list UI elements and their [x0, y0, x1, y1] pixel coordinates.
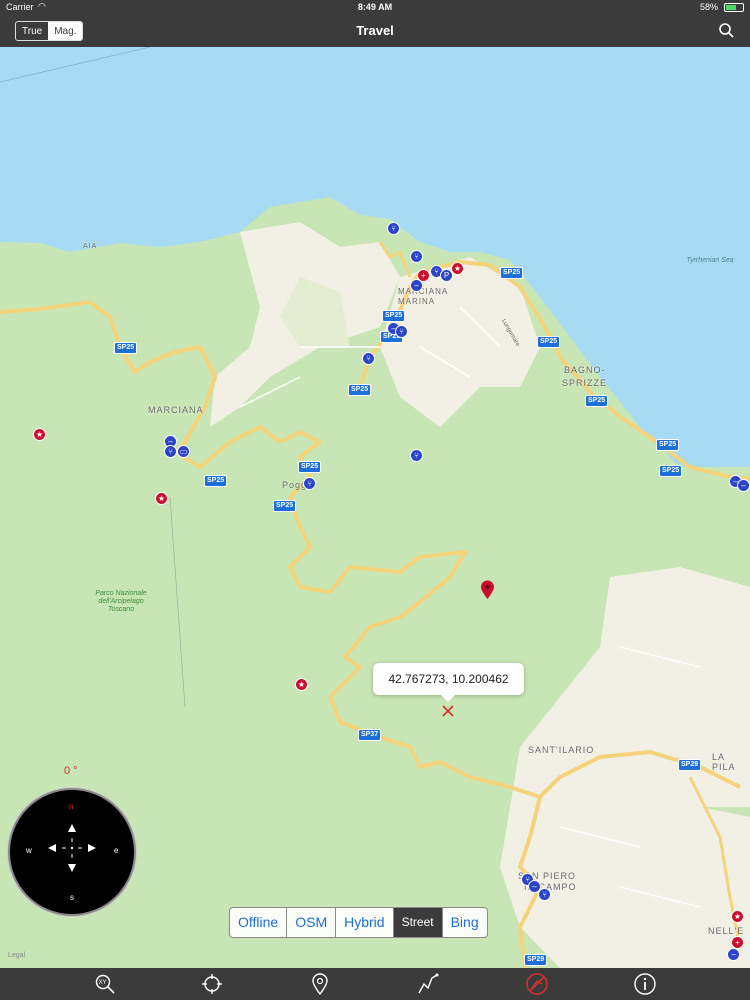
sea-label: Tyrrhenian Sea [686, 257, 734, 264]
legal-link[interactable]: Legal [8, 952, 25, 959]
map-type-bing[interactable]: Bing [443, 908, 487, 937]
restaurant-icon[interactable]: ⑂ [164, 445, 177, 458]
nav-bar: True Mag. Travel [0, 16, 750, 47]
restaurant-icon[interactable]: ⑂ [395, 325, 408, 338]
restaurant-icon[interactable]: ⑂ [410, 449, 423, 462]
road-shield-sp25: SP25 [298, 461, 322, 473]
place-label-la-pila: LA PILA [712, 752, 736, 772]
place-label-bagno: BAGNO- [564, 365, 606, 375]
attraction-icon[interactable]: ★ [295, 678, 308, 691]
attraction-icon[interactable]: ★ [33, 428, 46, 441]
road-shield-sp25: SP25 [273, 500, 297, 512]
bus-stop-icon[interactable]: – [737, 479, 750, 492]
road-shield-sp29: SP29 [524, 954, 548, 966]
restaurant-icon[interactable]: ⑂ [303, 477, 316, 490]
road-shield-sp25: SP25 [537, 336, 561, 348]
map-view[interactable]: AIA MARCIANA Poggio MARCIANA MARINA BAGN… [0, 47, 750, 968]
compass-south-label: s [70, 893, 74, 902]
xy-search-icon[interactable]: XY [93, 972, 117, 996]
attraction-icon[interactable]: ★ [451, 262, 464, 275]
map-type-selector[interactable]: Offline OSM Hybrid Street Bing [229, 907, 488, 938]
search-icon[interactable] [716, 20, 738, 42]
crosshair-marker-icon [442, 705, 454, 717]
compass-west-label: w [26, 846, 32, 855]
place-label-aia: AIA [83, 243, 98, 250]
road-shield-sp25: SP25 [382, 310, 406, 322]
road-shield-sp25: SP25 [500, 267, 524, 279]
road-shield-sp25: SP25 [114, 342, 138, 354]
battery-percent: 58% [699, 2, 718, 12]
road-shield-sp25: SP25 [585, 395, 609, 407]
map-type-offline[interactable]: Offline [230, 908, 288, 937]
svg-text:XY: XY [99, 980, 107, 986]
bottom-toolbar: XY [0, 968, 750, 1000]
place-label-sant-ilario: SANT'ILARIO [528, 745, 595, 755]
road-shield-sp25: SP25 [659, 465, 683, 477]
bus-stop-icon[interactable]: – [727, 948, 740, 961]
compass-north-label: n [69, 802, 74, 811]
no-tracking-icon[interactable] [525, 972, 549, 996]
map-type-hybrid[interactable]: Hybrid [336, 908, 394, 937]
heading-readout: 0 ° [64, 765, 78, 777]
place-label-sprizze: SPRIZZE [562, 378, 608, 388]
place-label-marciana: MARCIANA [148, 405, 204, 415]
bus-stop-icon[interactable]: – [410, 279, 423, 292]
attraction-icon[interactable]: ★ [155, 492, 168, 505]
attraction-icon[interactable]: ★ [731, 910, 744, 923]
compass-east-label: e [114, 846, 119, 855]
compass: n s e w [8, 788, 136, 916]
map-type-osm[interactable]: OSM [287, 908, 337, 937]
compass-needle-icon [48, 824, 96, 872]
status-bar: Carrier ◠ 8:49 AM 58% [0, 0, 750, 16]
coordinate-callout[interactable]: 42.767273, 10.200462 [373, 663, 524, 702]
battery-icon [724, 3, 744, 12]
restaurant-icon[interactable]: ⑂ [362, 352, 375, 365]
road-shield-sp29: SP29 [678, 759, 702, 771]
restaurant-icon[interactable]: ⑂ [538, 888, 551, 901]
road-shield-sp25: SP25 [204, 475, 228, 487]
map-type-street[interactable]: Street [393, 908, 443, 937]
locate-icon[interactable] [200, 972, 224, 996]
dropped-pin-icon[interactable] [480, 580, 495, 600]
clock: 8:49 AM [357, 2, 393, 12]
place-label-nell-el: NELL'E [708, 926, 745, 936]
page-title: Travel [356, 23, 394, 38]
park-label: Parco Nazionale dell'Arcipelago Toscano [95, 590, 147, 613]
road-shield-sp25: SP25 [656, 439, 680, 451]
route-icon[interactable] [416, 972, 440, 996]
hotel-icon[interactable]: ▭ [177, 445, 190, 458]
road-shield-sp37: SP37 [358, 729, 382, 741]
restaurant-icon[interactable]: ⑂ [410, 250, 423, 263]
restaurant-icon[interactable]: ⑂ [387, 222, 400, 235]
info-icon[interactable] [633, 972, 657, 996]
pin-icon[interactable] [308, 972, 332, 996]
road-shield-sp25: SP25 [348, 384, 372, 396]
